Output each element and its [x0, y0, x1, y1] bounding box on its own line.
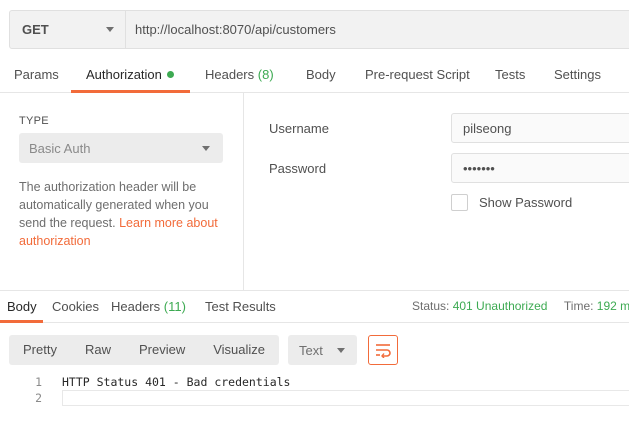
line-text: HTTP Status 401 - Bad credentials — [62, 375, 291, 389]
response-tab-headers[interactable]: Headers (11) — [111, 291, 186, 323]
view-visualize-button[interactable]: Visualize — [199, 335, 279, 365]
tab-body[interactable]: Body — [306, 60, 336, 93]
view-pretty-button[interactable]: Pretty — [9, 335, 71, 365]
tab-authorization[interactable]: Authorization — [86, 60, 174, 93]
active-response-tab-underline — [0, 320, 43, 323]
show-password-checkbox[interactable] — [451, 194, 468, 211]
active-indicator-dot — [166, 71, 174, 78]
password-label: Password — [269, 161, 327, 176]
view-mode-group: Pretty Raw Preview Visualize — [9, 335, 280, 365]
request-tabs: Params Authorization Headers (8) Body Pr… — [0, 60, 629, 93]
auth-type-select[interactable]: Basic Auth — [19, 133, 223, 163]
chevron-down-icon — [337, 347, 345, 353]
request-url-bar: GET http://localhost:8070/api/customers — [9, 10, 629, 49]
username-field[interactable]: pilseong — [451, 113, 629, 143]
response-status: Status: 401 Unauthorized Time: 192 ms — [412, 291, 629, 323]
code-line: 1 HTTP Status 401 - Bad credentials — [0, 374, 629, 390]
response-time: 192 ms — [596, 299, 629, 313]
format-select[interactable]: Text — [288, 335, 357, 365]
tab-settings[interactable]: Settings — [554, 60, 601, 93]
view-raw-button[interactable]: Raw — [71, 335, 125, 365]
response-body-editor[interactable]: 1 HTTP Status 401 - Bad credentials 2 — [0, 374, 629, 406]
tab-tests[interactable]: Tests — [495, 60, 525, 93]
status-code: 401 Unauthorized — [452, 299, 548, 313]
show-password-label: Show Password — [479, 195, 573, 210]
wrap-lines-button[interactable] — [368, 335, 398, 365]
line-number: 1 — [35, 375, 42, 389]
url-input[interactable]: http://localhost:8070/api/customers — [126, 11, 336, 48]
auth-type-label: TYPE — [19, 115, 49, 127]
method-label: GET — [22, 22, 49, 37]
tab-pre-request-script[interactable]: Pre-request Script — [365, 60, 470, 93]
wrap-lines-icon — [376, 344, 391, 358]
auth-type-value: Basic Auth — [29, 140, 91, 156]
chevron-down-icon — [202, 145, 210, 151]
view-preview-button[interactable]: Preview — [125, 335, 199, 365]
password-field[interactable]: ••••••• — [451, 153, 629, 183]
format-value: Text — [299, 342, 323, 358]
response-tab-test-results[interactable]: Test Results — [205, 291, 276, 323]
chevron-down-icon — [106, 27, 114, 32]
code-line: 2 — [0, 390, 629, 406]
response-tab-cookies[interactable]: Cookies — [52, 291, 99, 323]
auth-description: The authorization header will be automat… — [19, 180, 218, 248]
response-tab-body[interactable]: Body — [7, 291, 37, 323]
tab-headers[interactable]: Headers (8) — [205, 60, 274, 93]
username-label: Username — [269, 121, 329, 136]
tab-params[interactable]: Params — [14, 60, 59, 93]
line-number: 2 — [35, 391, 42, 405]
response-tabs: Body Cookies Headers (11) Test Results S… — [0, 291, 629, 323]
method-select[interactable]: GET — [10, 11, 126, 48]
